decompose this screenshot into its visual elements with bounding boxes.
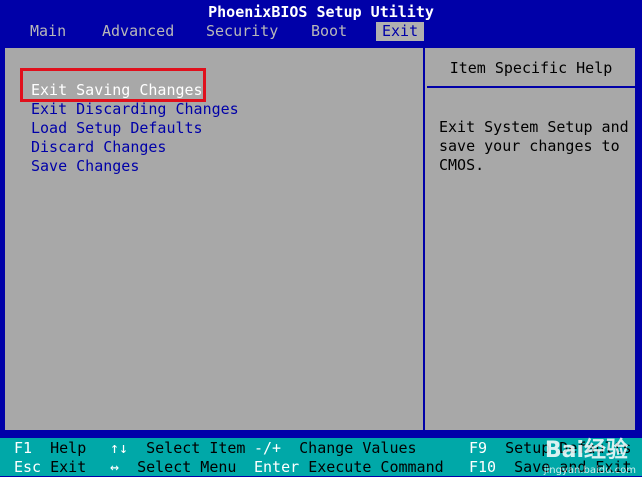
tab-exit[interactable]: Exit <box>376 22 424 41</box>
footer-key-select-menu: ↔ Select Menu <box>110 458 237 476</box>
footer-key-execute-command: Enter Execute Command <box>254 458 444 476</box>
tab-boot[interactable]: Boot <box>311 22 347 41</box>
tab-advanced[interactable]: Advanced <box>102 22 174 41</box>
tab-main[interactable]: Main <box>30 22 66 41</box>
baidu-watermark: Bai经验 <box>544 438 628 463</box>
option-exit-discarding-changes[interactable]: Exit Discarding Changes <box>31 100 239 119</box>
menu-bar: Main Advanced Security Boot Exit <box>0 22 642 41</box>
options-pane: Exit Saving Changes Exit Discarding Chan… <box>5 48 425 430</box>
tab-security[interactable]: Security <box>206 22 278 41</box>
main-panel: Exit Saving Changes Exit Discarding Chan… <box>3 46 637 432</box>
app-title: PhoenixBIOS Setup Utility <box>208 3 434 21</box>
footer-key-help: F1 Help <box>14 439 87 457</box>
baidu-watermark-url: jingyan.baidu.com <box>543 465 636 476</box>
help-pane: Item Specific Help Exit System Setup and… <box>427 48 635 430</box>
footer-key-change-values: -/+ Change Values <box>254 439 417 457</box>
option-discard-changes[interactable]: Discard Changes <box>31 138 166 157</box>
footer-key-exit: Esc Exit <box>14 458 87 476</box>
help-text: Exit System Setup and save your changes … <box>439 118 629 174</box>
option-exit-saving-changes[interactable]: Exit Saving Changes <box>31 81 203 100</box>
footer-key-select-item: ↑↓ Select Item <box>110 439 246 457</box>
help-title: Item Specific Help <box>427 48 635 88</box>
option-load-setup-defaults[interactable]: Load Setup Defaults <box>31 119 203 138</box>
option-save-changes[interactable]: Save Changes <box>31 157 139 176</box>
